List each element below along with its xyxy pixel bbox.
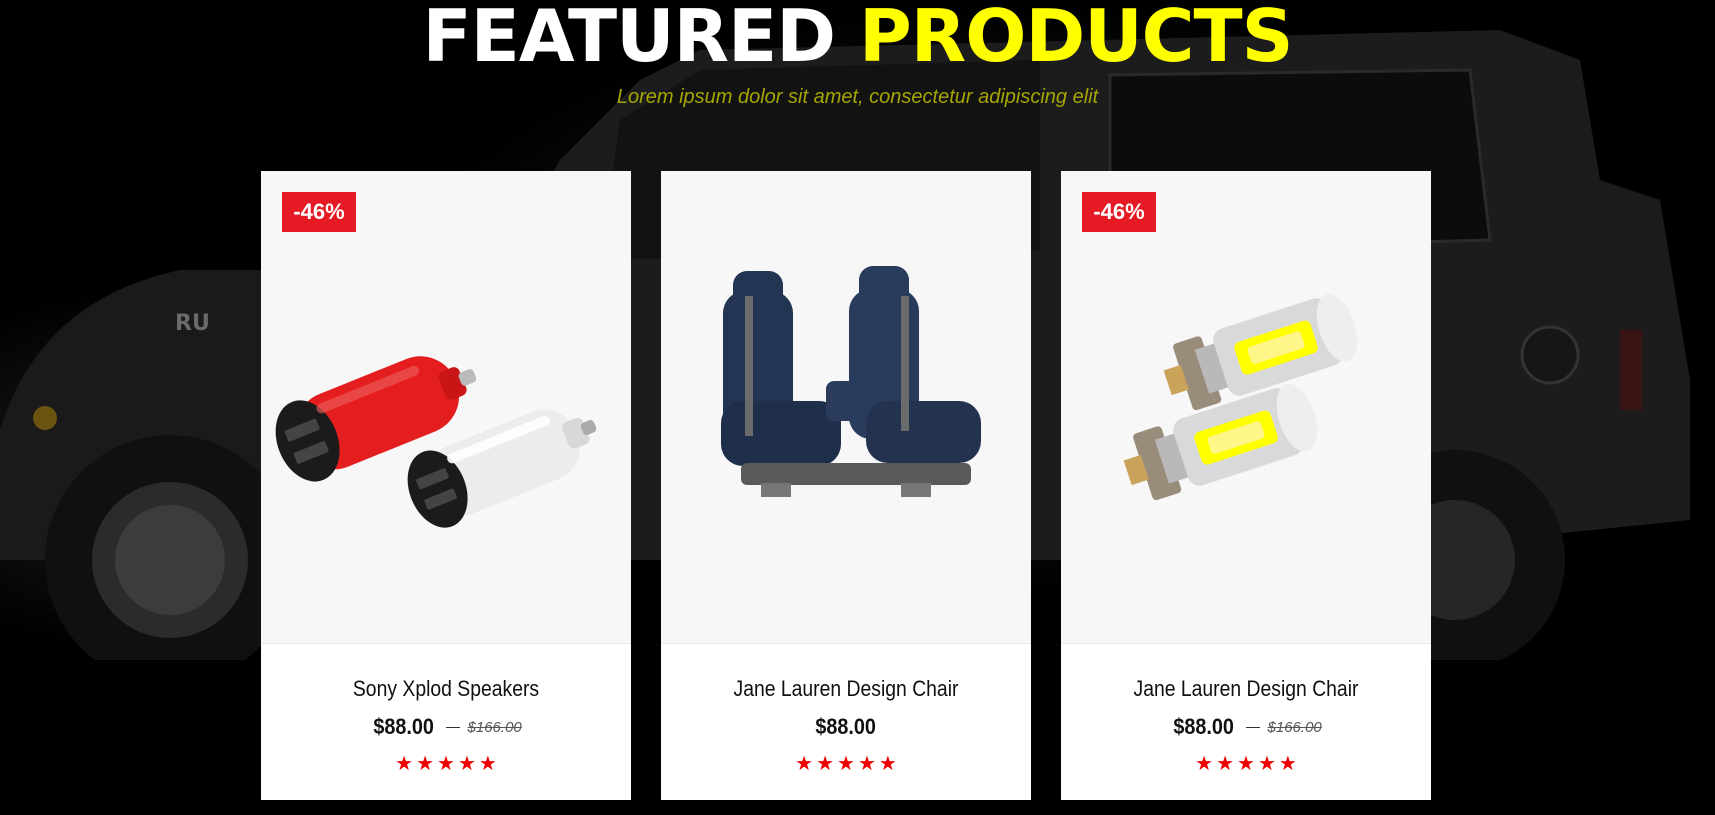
star-icon: ★ [878,753,897,775]
product-info: Jane Lauren Design Chair $88.00 $166.00 … [1061,644,1431,774]
star-icon: ★ [837,753,855,775]
rating-stars: ★ ★ ★ ★ ★ [1061,754,1431,774]
price-separator [445,726,460,728]
star-icon: ★ [416,753,435,775]
product-image-area[interactable] [661,171,1031,644]
product-name[interactable]: Jane Lauren Design Chair [683,644,1009,702]
discount-badge: -46% [1082,192,1156,232]
star-icon: ★ [1216,753,1235,775]
price-row: $88.00 [661,714,1031,740]
product-image-area[interactable]: -46% [261,171,631,644]
star-icon: ★ [395,753,414,775]
price-separator [1245,726,1260,728]
old-price: $166.00 [1267,718,1322,736]
section-title: FEATURED PRODUCTS [0,0,1715,72]
title-word-featured: FEATURED [422,0,835,78]
product-card[interactable]: -46% Sony Xplod Speakers $88.00 $166.00 … [261,171,631,800]
led-bulb-image-icon[interactable] [1061,171,1431,643]
star-icon: ★ [795,753,814,775]
star-icon: ★ [816,753,835,775]
star-icon: ★ [478,753,497,775]
star-icon: ★ [857,753,876,775]
product-card[interactable]: -46% Jane Lauren Design Chair $88.00 $16… [1061,171,1431,800]
featured-products-header: FEATURED PRODUCTS Lorem ipsum dolor sit … [0,0,1715,109]
discount-badge: -46% [282,192,356,232]
svg-text:RU: RU [175,311,210,336]
star-icon: ★ [437,753,455,775]
rating-stars: ★ ★ ★ ★ ★ [261,754,631,774]
product-info: Jane Lauren Design Chair $88.00 ★ ★ ★ ★ … [661,644,1031,774]
current-price: $88.00 [1173,714,1235,739]
price-row: $88.00 $166.00 [261,714,631,740]
section-subtitle: Lorem ipsum dolor sit amet, consectetur … [616,86,1099,108]
current-price: $88.00 [373,714,435,739]
title-word-products: PRODUCTS [859,0,1293,78]
rating-stars: ★ ★ ★ ★ ★ [661,754,1031,774]
product-name[interactable]: Jane Lauren Design Chair [1083,644,1409,702]
current-price: $88.00 [815,714,877,739]
star-icon: ★ [457,753,476,775]
product-card[interactable]: Jane Lauren Design Chair $88.00 ★ ★ ★ ★ … [661,171,1031,800]
car-charger-image-icon[interactable] [261,171,631,643]
star-icon: ★ [1237,753,1255,775]
product-grid: -46% Sony Xplod Speakers $88.00 $166.00 … [261,171,1431,800]
product-name[interactable]: Sony Xplod Speakers [283,644,609,702]
product-info: Sony Xplod Speakers $88.00 $166.00 ★ ★ ★… [261,644,631,774]
star-icon: ★ [1278,753,1297,775]
price-row: $88.00 $166.00 [1061,714,1431,740]
car-seat-image-icon[interactable] [661,171,1031,643]
old-price: $166.00 [467,718,522,736]
product-image-area[interactable]: -46% [1061,171,1431,644]
star-icon: ★ [1195,753,1214,775]
star-icon: ★ [1257,753,1276,775]
